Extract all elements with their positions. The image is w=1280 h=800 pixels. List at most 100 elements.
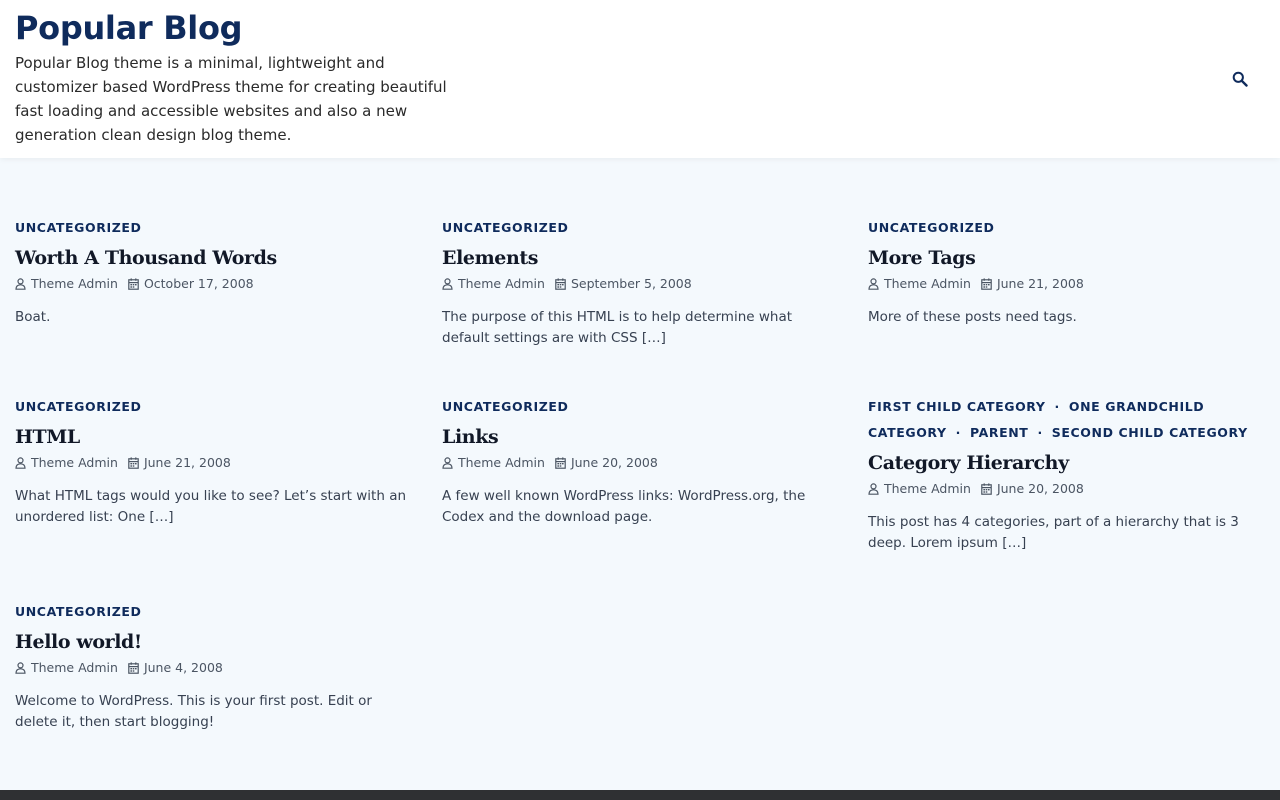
user-icon [15, 456, 26, 469]
post-categories: UNCATEGORIZED [868, 215, 1268, 241]
search-button[interactable] [1229, 68, 1251, 90]
post-date-link[interactable]: June 21, 2008 [144, 455, 231, 470]
calendar-icon [981, 277, 992, 290]
post-categories: UNCATEGORIZED [442, 215, 842, 241]
site-title[interactable]: Popular Blog [15, 9, 243, 47]
post-author: Theme Admin [15, 276, 118, 291]
post-meta: Theme Admin October 17, 2008 [15, 276, 415, 291]
post-title: Worth A Thousand Words [15, 244, 415, 272]
post-card: UNCATEGORIZED Elements Theme Admin Septe… [442, 215, 842, 349]
search-icon [1232, 71, 1248, 87]
post-meta: Theme Admin June 20, 2008 [868, 481, 1268, 496]
calendar-icon [128, 456, 139, 469]
post-title-link[interactable]: Worth A Thousand Words [15, 247, 277, 269]
post-meta: Theme Admin June 20, 2008 [442, 455, 842, 470]
post-title: Category Hierarchy [868, 449, 1268, 477]
site-footer [0, 790, 1280, 800]
post-author-link[interactable]: Theme Admin [458, 276, 545, 291]
post-categories: UNCATEGORIZED [15, 599, 415, 625]
post-categories: UNCATEGORIZED [15, 215, 415, 241]
post-author: Theme Admin [442, 276, 545, 291]
post-author-link[interactable]: Theme Admin [884, 276, 971, 291]
post-date: June 4, 2008 [128, 660, 223, 675]
post-date-link[interactable]: June 20, 2008 [997, 481, 1084, 496]
post-date-link[interactable]: June 4, 2008 [144, 660, 223, 675]
category-link[interactable]: UNCATEGORIZED [868, 220, 995, 235]
post-title-link[interactable]: Links [442, 426, 499, 448]
post-date: June 20, 2008 [981, 481, 1084, 496]
post-title: More Tags [868, 244, 1268, 272]
post-title-link[interactable]: Hello world! [15, 631, 142, 653]
post-date-link[interactable]: June 20, 2008 [571, 455, 658, 470]
category-link[interactable]: UNCATEGORIZED [15, 604, 142, 619]
post-card: FIRST CHILD CATEGORY · ONE GRANDCHILD CATE… [868, 394, 1268, 554]
post-excerpt: This post has 4 categories, part of a hi… [868, 514, 1239, 551]
post-author-link[interactable]: Theme Admin [31, 660, 118, 675]
post-meta: Theme Admin September 5, 2008 [442, 276, 842, 291]
category-link[interactable]: SECOND CHILD CATEGORY [1052, 425, 1248, 440]
post-excerpt: The purpose of this HTML is to help dete… [442, 309, 793, 346]
category-separator: · [1037, 425, 1043, 440]
post-title-link[interactable]: More Tags [868, 247, 976, 269]
calendar-icon [128, 661, 139, 674]
post-author: Theme Admin [15, 455, 118, 470]
post-excerpt: What HTML tags would you like to see? Le… [15, 488, 407, 525]
post-author: Theme Admin [868, 481, 971, 496]
calendar-icon [981, 482, 992, 495]
post-title: Elements [442, 244, 842, 272]
post-date-link[interactable]: October 17, 2008 [144, 276, 254, 291]
post-author-link[interactable]: Theme Admin [31, 276, 118, 291]
post-title: HTML [15, 423, 415, 451]
post-author-link[interactable]: Theme Admin [884, 481, 971, 496]
post-author-link[interactable]: Theme Admin [458, 455, 545, 470]
user-icon [15, 277, 26, 290]
category-separator: · [1054, 399, 1060, 414]
post-meta: Theme Admin June 21, 2008 [868, 276, 1268, 291]
post-card: UNCATEGORIZED Worth A Thousand Words The… [15, 215, 415, 328]
post-title: Links [442, 423, 842, 451]
calendar-icon [128, 277, 139, 290]
category-link[interactable]: UNCATEGORIZED [15, 399, 142, 414]
category-separator: · [955, 425, 961, 440]
post-categories: UNCATEGORIZED [442, 394, 842, 420]
post-date-link[interactable]: June 21, 2008 [997, 276, 1084, 291]
calendar-icon [555, 277, 566, 290]
post-date: June 21, 2008 [128, 455, 231, 470]
post-title-link[interactable]: HTML [15, 426, 80, 448]
post-excerpt: Boat. [15, 309, 51, 325]
post-title-link[interactable]: Category Hierarchy [868, 452, 1069, 474]
post-card: UNCATEGORIZED Hello world! Theme Admin J… [15, 599, 415, 733]
user-icon [442, 277, 453, 290]
post-title-link[interactable]: Elements [442, 247, 538, 269]
category-link[interactable]: PARENT [970, 425, 1028, 440]
post-categories: FIRST CHILD CATEGORY · ONE GRANDCHILD CATE… [868, 394, 1268, 446]
post-card: UNCATEGORIZED Links Theme Admin June 20,… [442, 394, 842, 528]
site-header: Popular Blog Popular Blog theme is a min… [0, 0, 1280, 158]
post-meta: Theme Admin June 4, 2008 [15, 660, 415, 675]
post-date-link[interactable]: September 5, 2008 [571, 276, 692, 291]
post-author: Theme Admin [15, 660, 118, 675]
post-meta: Theme Admin June 21, 2008 [15, 455, 415, 470]
user-icon [868, 277, 879, 290]
post-excerpt: More of these posts need tags. [868, 309, 1077, 325]
user-icon [15, 661, 26, 674]
category-link[interactable]: UNCATEGORIZED [442, 220, 569, 235]
category-link[interactable]: FIRST CHILD CATEGORY [868, 399, 1046, 414]
site-description: Popular Blog theme is a minimal, lightwe… [15, 54, 447, 144]
post-date: June 21, 2008 [981, 276, 1084, 291]
calendar-icon [555, 456, 566, 469]
post-date: October 17, 2008 [128, 276, 254, 291]
post-excerpt: A few well known WordPress links: WordPr… [442, 488, 806, 525]
user-icon [868, 482, 879, 495]
category-link[interactable]: UNCATEGORIZED [442, 399, 569, 414]
post-date: June 20, 2008 [555, 455, 658, 470]
category-link[interactable]: UNCATEGORIZED [15, 220, 142, 235]
post-author-link[interactable]: Theme Admin [31, 455, 118, 470]
post-excerpt: Welcome to WordPress. This is your first… [15, 693, 372, 730]
post-card: UNCATEGORIZED HTML Theme Admin June 21, … [15, 394, 415, 528]
post-date: September 5, 2008 [555, 276, 692, 291]
post-author: Theme Admin [442, 455, 545, 470]
post-categories: UNCATEGORIZED [15, 394, 415, 420]
post-title: Hello world! [15, 628, 415, 656]
post-author: Theme Admin [868, 276, 971, 291]
